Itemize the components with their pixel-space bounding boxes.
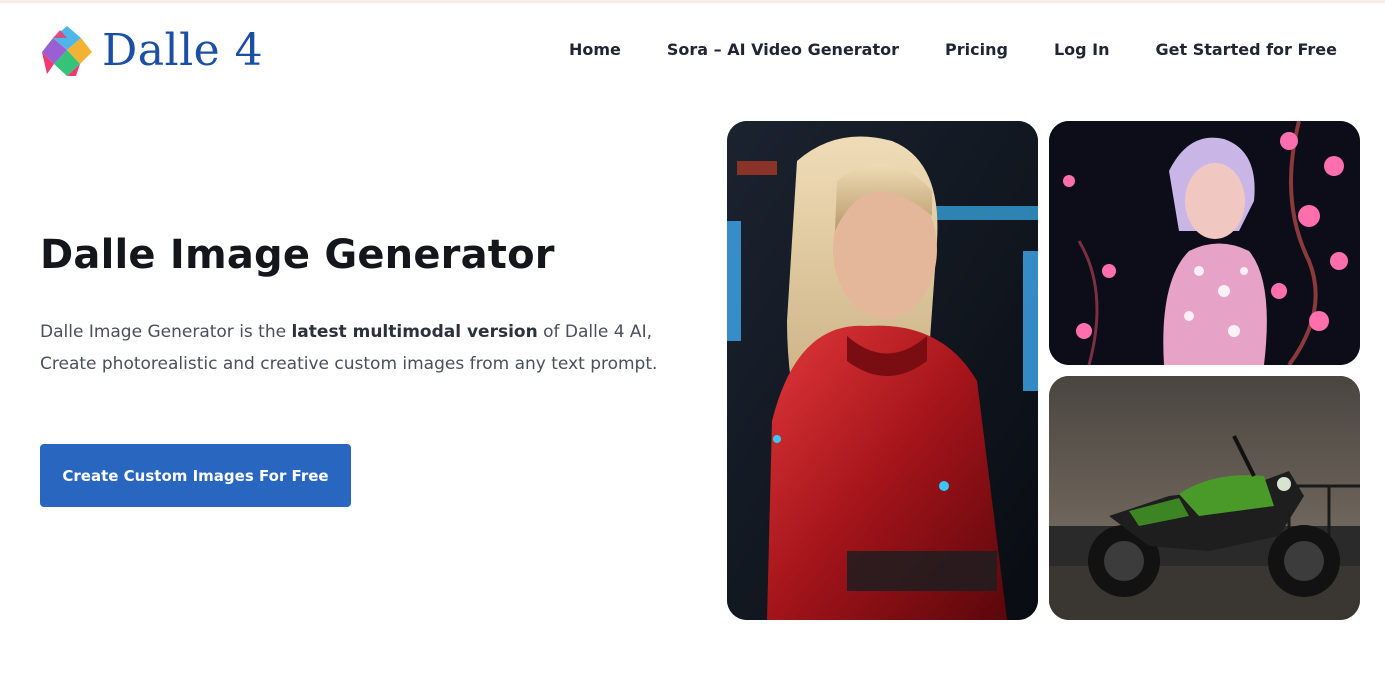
gallery-image-flower-woman[interactable] xyxy=(1049,121,1360,365)
hero-desc-highlight: latest multimodal version xyxy=(291,322,538,342)
nav-pricing[interactable]: Pricing xyxy=(945,38,1008,62)
logo-icon xyxy=(42,26,92,76)
gallery-image-red-suit[interactable] xyxy=(727,121,1038,620)
motorcycle-image xyxy=(1049,376,1360,620)
red-suit-image xyxy=(727,121,1038,620)
create-images-button[interactable]: Create Custom Images For Free xyxy=(40,444,351,507)
main-nav: Home Sora – AI Video Generator Pricing L… xyxy=(569,38,1337,62)
gallery-image-motorcycle[interactable] xyxy=(1049,376,1360,620)
hero-desc-start: Dalle Image Generator is the xyxy=(40,322,292,342)
hero-title: Dalle Image Generator xyxy=(40,232,555,278)
top-border xyxy=(0,0,1385,3)
nav-log-in[interactable]: Log In xyxy=(1054,38,1110,62)
flower-woman-image xyxy=(1049,121,1360,365)
nav-get-started[interactable]: Get Started for Free xyxy=(1156,38,1338,62)
hero-description: Dalle Image Generator is the latest mult… xyxy=(40,316,680,380)
nav-sora-video-generator[interactable]: Sora – AI Video Generator xyxy=(667,38,899,62)
logo-text: Dalle 4 xyxy=(102,25,264,76)
logo-link[interactable]: Dalle 4 xyxy=(40,24,263,78)
nav-home[interactable]: Home xyxy=(569,38,621,62)
